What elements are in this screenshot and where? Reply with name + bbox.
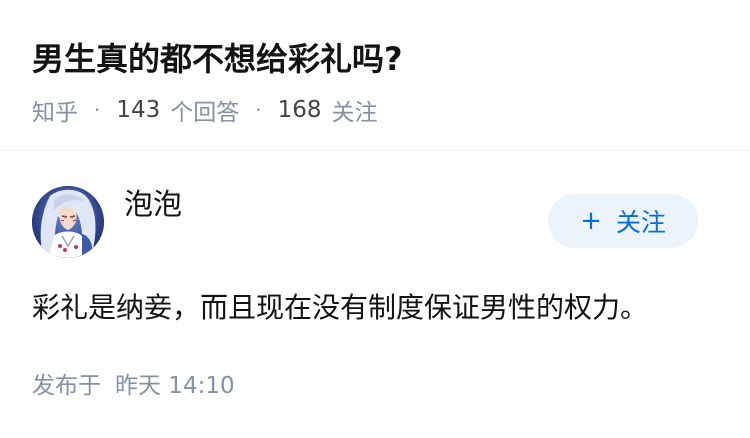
author-name[interactable]: 泡泡 — [124, 184, 182, 224]
answer-count: 143 — [116, 97, 161, 123]
follower-count: 168 — [277, 97, 322, 123]
source-label[interactable]: 知乎 — [32, 93, 78, 127]
answer-count-label[interactable]: 个回答 — [170, 93, 239, 127]
plus-icon: + — [580, 206, 602, 236]
follower-count-label[interactable]: 关注 — [332, 93, 378, 127]
published-label: 发布于 — [32, 373, 101, 399]
published-time: 昨天 14:10 — [115, 373, 235, 399]
question-header: 男生真的都不想给彩礼吗? 知乎 · 143 个回答 · 168 关注 — [0, 0, 750, 151]
separator-dot: · — [255, 98, 262, 122]
anime-character-avatar-icon — [32, 186, 104, 258]
separator-dot: · — [94, 98, 101, 122]
question-title[interactable]: 男生真的都不想给彩礼吗? — [32, 36, 403, 82]
follow-button-label: 关注 — [615, 208, 666, 237]
answer-timestamp: 发布于 昨天 14:10 — [32, 370, 235, 402]
follow-button[interactable]: + 关注 — [548, 194, 698, 248]
avatar[interactable] — [32, 186, 104, 258]
answer-content[interactable]: 彩礼是纳妾，而且现在没有制度保证男性的权力。 — [32, 288, 648, 328]
question-meta: 知乎 · 143 个回答 · 168 关注 — [32, 94, 378, 126]
answer-card: 泡泡 + 关注 彩礼是纳妾，而且现在没有制度保证男性的权力。 发布于 昨天 14:… — [0, 152, 750, 438]
